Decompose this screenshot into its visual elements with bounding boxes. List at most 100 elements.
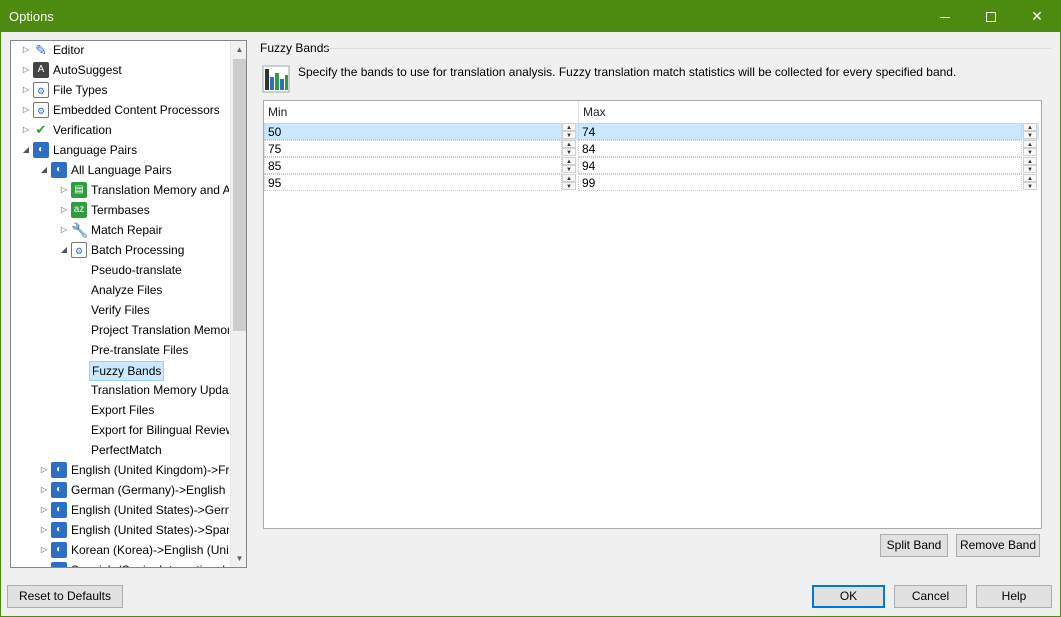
band-max-spinner[interactable]: ▲ ▼: [1023, 140, 1037, 157]
tree-item[interactable]: PerfectMatch: [11, 440, 229, 460]
spin-down-arrow-icon[interactable]: ▼: [562, 148, 576, 156]
band-row[interactable]: 95 ▲ ▼ 99 ▲ ▼: [264, 174, 1039, 191]
tree-item[interactable]: ▷◐Spanish (Spain, International S: [11, 560, 229, 567]
tree-item[interactable]: ▷ A AutoSuggest: [11, 60, 229, 80]
tree-item-label: AutoSuggest: [53, 63, 122, 77]
split-band-button[interactable]: Split Band: [880, 534, 948, 557]
tree-item[interactable]: Translation Memory Updat: [11, 380, 229, 400]
options-tree[interactable]: ▷ ✎ Editor ▷ A AutoSuggest ▷ ⚙ File Types ▷ ⚙ Embed…: [10, 40, 247, 568]
expand-arrow-icon[interactable]: ▷: [59, 200, 69, 220]
band-max-value[interactable]: 99: [578, 174, 1022, 191]
band-row[interactable]: 50 ▲ ▼ 74 ▲ ▼: [264, 123, 1039, 140]
expand-arrow-icon[interactable]: ▷: [59, 220, 69, 240]
tree-item[interactable]: Fuzzy Bands: [11, 360, 229, 381]
expand-arrow-icon[interactable]: ▷: [39, 500, 49, 520]
tree-item[interactable]: ◢ ◐ All Language Pairs: [11, 160, 229, 180]
band-max-value[interactable]: 84: [578, 140, 1022, 157]
reset-to-defaults-button[interactable]: Reset to Defaults: [7, 585, 123, 608]
expand-arrow-icon[interactable]: ▷: [21, 60, 31, 80]
tree-item[interactable]: Analyze Files: [11, 280, 229, 300]
spin-up-arrow-icon[interactable]: ▲: [562, 157, 576, 165]
spin-down-arrow-icon[interactable]: ▼: [562, 182, 576, 190]
scroll-down-arrow-icon[interactable]: ▼: [231, 550, 246, 567]
tree-item[interactable]: ▷ ✎ Editor: [11, 41, 229, 60]
band-min-spinner[interactable]: ▲ ▼: [562, 174, 576, 191]
column-header-min[interactable]: Min: [264, 101, 578, 123]
expand-arrow-icon[interactable]: ▷: [39, 560, 49, 567]
band-max-spinner[interactable]: ▲ ▼: [1023, 174, 1037, 191]
cancel-button[interactable]: Cancel: [894, 585, 967, 608]
expand-arrow-icon[interactable]: ▷: [21, 120, 31, 140]
band-min-spinner[interactable]: ▲ ▼: [562, 140, 576, 157]
expand-arrow-icon[interactable]: ▷: [39, 460, 49, 480]
close-button[interactable]: ✕: [1014, 1, 1060, 32]
band-min-value[interactable]: 85: [264, 157, 562, 174]
tree-item[interactable]: Project Translation Memori: [11, 320, 229, 340]
tree-item[interactable]: ▷ ◐ English (United States)->Germ: [11, 500, 229, 520]
spin-up-arrow-icon[interactable]: ▲: [562, 123, 576, 131]
collapse-arrow-icon[interactable]: ◢: [21, 140, 31, 160]
band-max-spinner[interactable]: ▲ ▼: [1023, 123, 1037, 140]
tree-item[interactable]: Verify Files: [11, 300, 229, 320]
tree-item[interactable]: ▷ az Termbases: [11, 200, 229, 220]
tree-item[interactable]: ▷ ▤ Translation Memory and A: [11, 180, 229, 200]
spin-down-arrow-icon[interactable]: ▼: [1023, 148, 1037, 156]
band-max-value[interactable]: 94: [578, 157, 1022, 174]
band-min-spinner[interactable]: ▲ ▼: [562, 123, 576, 140]
spin-up-arrow-icon[interactable]: ▲: [1023, 140, 1037, 148]
band-min-spinner[interactable]: ▲ ▼: [562, 157, 576, 174]
spin-up-arrow-icon[interactable]: ▲: [562, 174, 576, 182]
tree-item[interactable]: Pre-translate Files: [11, 340, 229, 360]
spin-up-arrow-icon[interactable]: ▲: [1023, 123, 1037, 131]
band-min-value[interactable]: 95: [264, 174, 562, 191]
collapse-arrow-icon[interactable]: ◢: [59, 240, 69, 260]
tree-item[interactable]: ◢ ◐ Language Pairs: [11, 140, 229, 160]
language-pair-icon: ◐: [51, 542, 67, 558]
scroll-up-arrow-icon[interactable]: ▲: [231, 41, 246, 58]
band-max-spinner[interactable]: ▲ ▼: [1023, 157, 1037, 174]
column-header-max[interactable]: Max: [579, 101, 1039, 123]
tree-item[interactable]: ▷ 🔧 Match Repair: [11, 220, 229, 240]
spin-down-arrow-icon[interactable]: ▼: [1023, 131, 1037, 139]
spin-down-arrow-icon[interactable]: ▼: [562, 165, 576, 173]
ok-button[interactable]: OK: [812, 585, 885, 608]
spin-up-arrow-icon[interactable]: ▲: [1023, 157, 1037, 165]
expand-arrow-icon[interactable]: ▷: [39, 540, 49, 560]
tree-item[interactable]: ▷ ◐ English (United States)->Spani: [11, 520, 229, 540]
spin-down-arrow-icon[interactable]: ▼: [562, 131, 576, 139]
band-min-value[interactable]: 75: [264, 140, 562, 157]
tree-item[interactable]: ▷ ◐ German (Germany)->English (: [11, 480, 229, 500]
spin-down-arrow-icon[interactable]: ▼: [1023, 182, 1037, 190]
tree-item[interactable]: ◢ ⚙ Batch Processing: [11, 240, 229, 260]
expand-arrow-icon[interactable]: ▷: [21, 80, 31, 100]
band-min-value[interactable]: 50: [264, 123, 562, 140]
spin-up-arrow-icon[interactable]: ▲: [1023, 174, 1037, 182]
tree-item[interactable]: ▷ ⚙ File Types: [11, 80, 229, 100]
band-row[interactable]: 85 ▲ ▼ 94 ▲ ▼: [264, 157, 1039, 174]
band-max-value[interactable]: 74: [578, 123, 1022, 140]
tree-item[interactable]: ▷ ◐ Korean (Korea)->English (Unite: [11, 540, 229, 560]
minimize-button[interactable]: [922, 1, 968, 32]
spin-up-arrow-icon[interactable]: ▲: [562, 140, 576, 148]
remove-band-button[interactable]: Remove Band: [956, 534, 1040, 557]
expand-arrow-icon[interactable]: ▷: [39, 480, 49, 500]
embedded-content-icon: ⚙: [33, 102, 49, 118]
expand-arrow-icon[interactable]: ▷: [39, 520, 49, 540]
maximize-button[interactable]: [968, 1, 1014, 32]
tree-scrollbar[interactable]: ▲ ▼: [230, 41, 246, 567]
tree-item[interactable]: ▷ ⚙ Embedded Content Processors: [11, 100, 229, 120]
tree-item[interactable]: Pseudo-translate: [11, 260, 229, 280]
tree-item[interactable]: Export for Bilingual Review: [11, 420, 229, 440]
collapse-arrow-icon[interactable]: ◢: [39, 160, 49, 180]
expand-arrow-icon[interactable]: ▷: [21, 41, 31, 60]
tree-item-label: Export for Bilingual Review: [91, 423, 229, 437]
expand-arrow-icon[interactable]: ▷: [21, 100, 31, 120]
tree-item[interactable]: Export Files: [11, 400, 229, 420]
help-button[interactable]: Help: [976, 585, 1052, 608]
tree-item[interactable]: ▷ ✔ Verification: [11, 120, 229, 140]
expand-arrow-icon[interactable]: ▷: [59, 180, 69, 200]
scroll-thumb[interactable]: [233, 59, 246, 331]
tree-item[interactable]: ▷ ◐ English (United Kingdom)->Fre: [11, 460, 229, 480]
spin-down-arrow-icon[interactable]: ▼: [1023, 165, 1037, 173]
band-row[interactable]: 75 ▲ ▼ 84 ▲ ▼: [264, 140, 1039, 157]
